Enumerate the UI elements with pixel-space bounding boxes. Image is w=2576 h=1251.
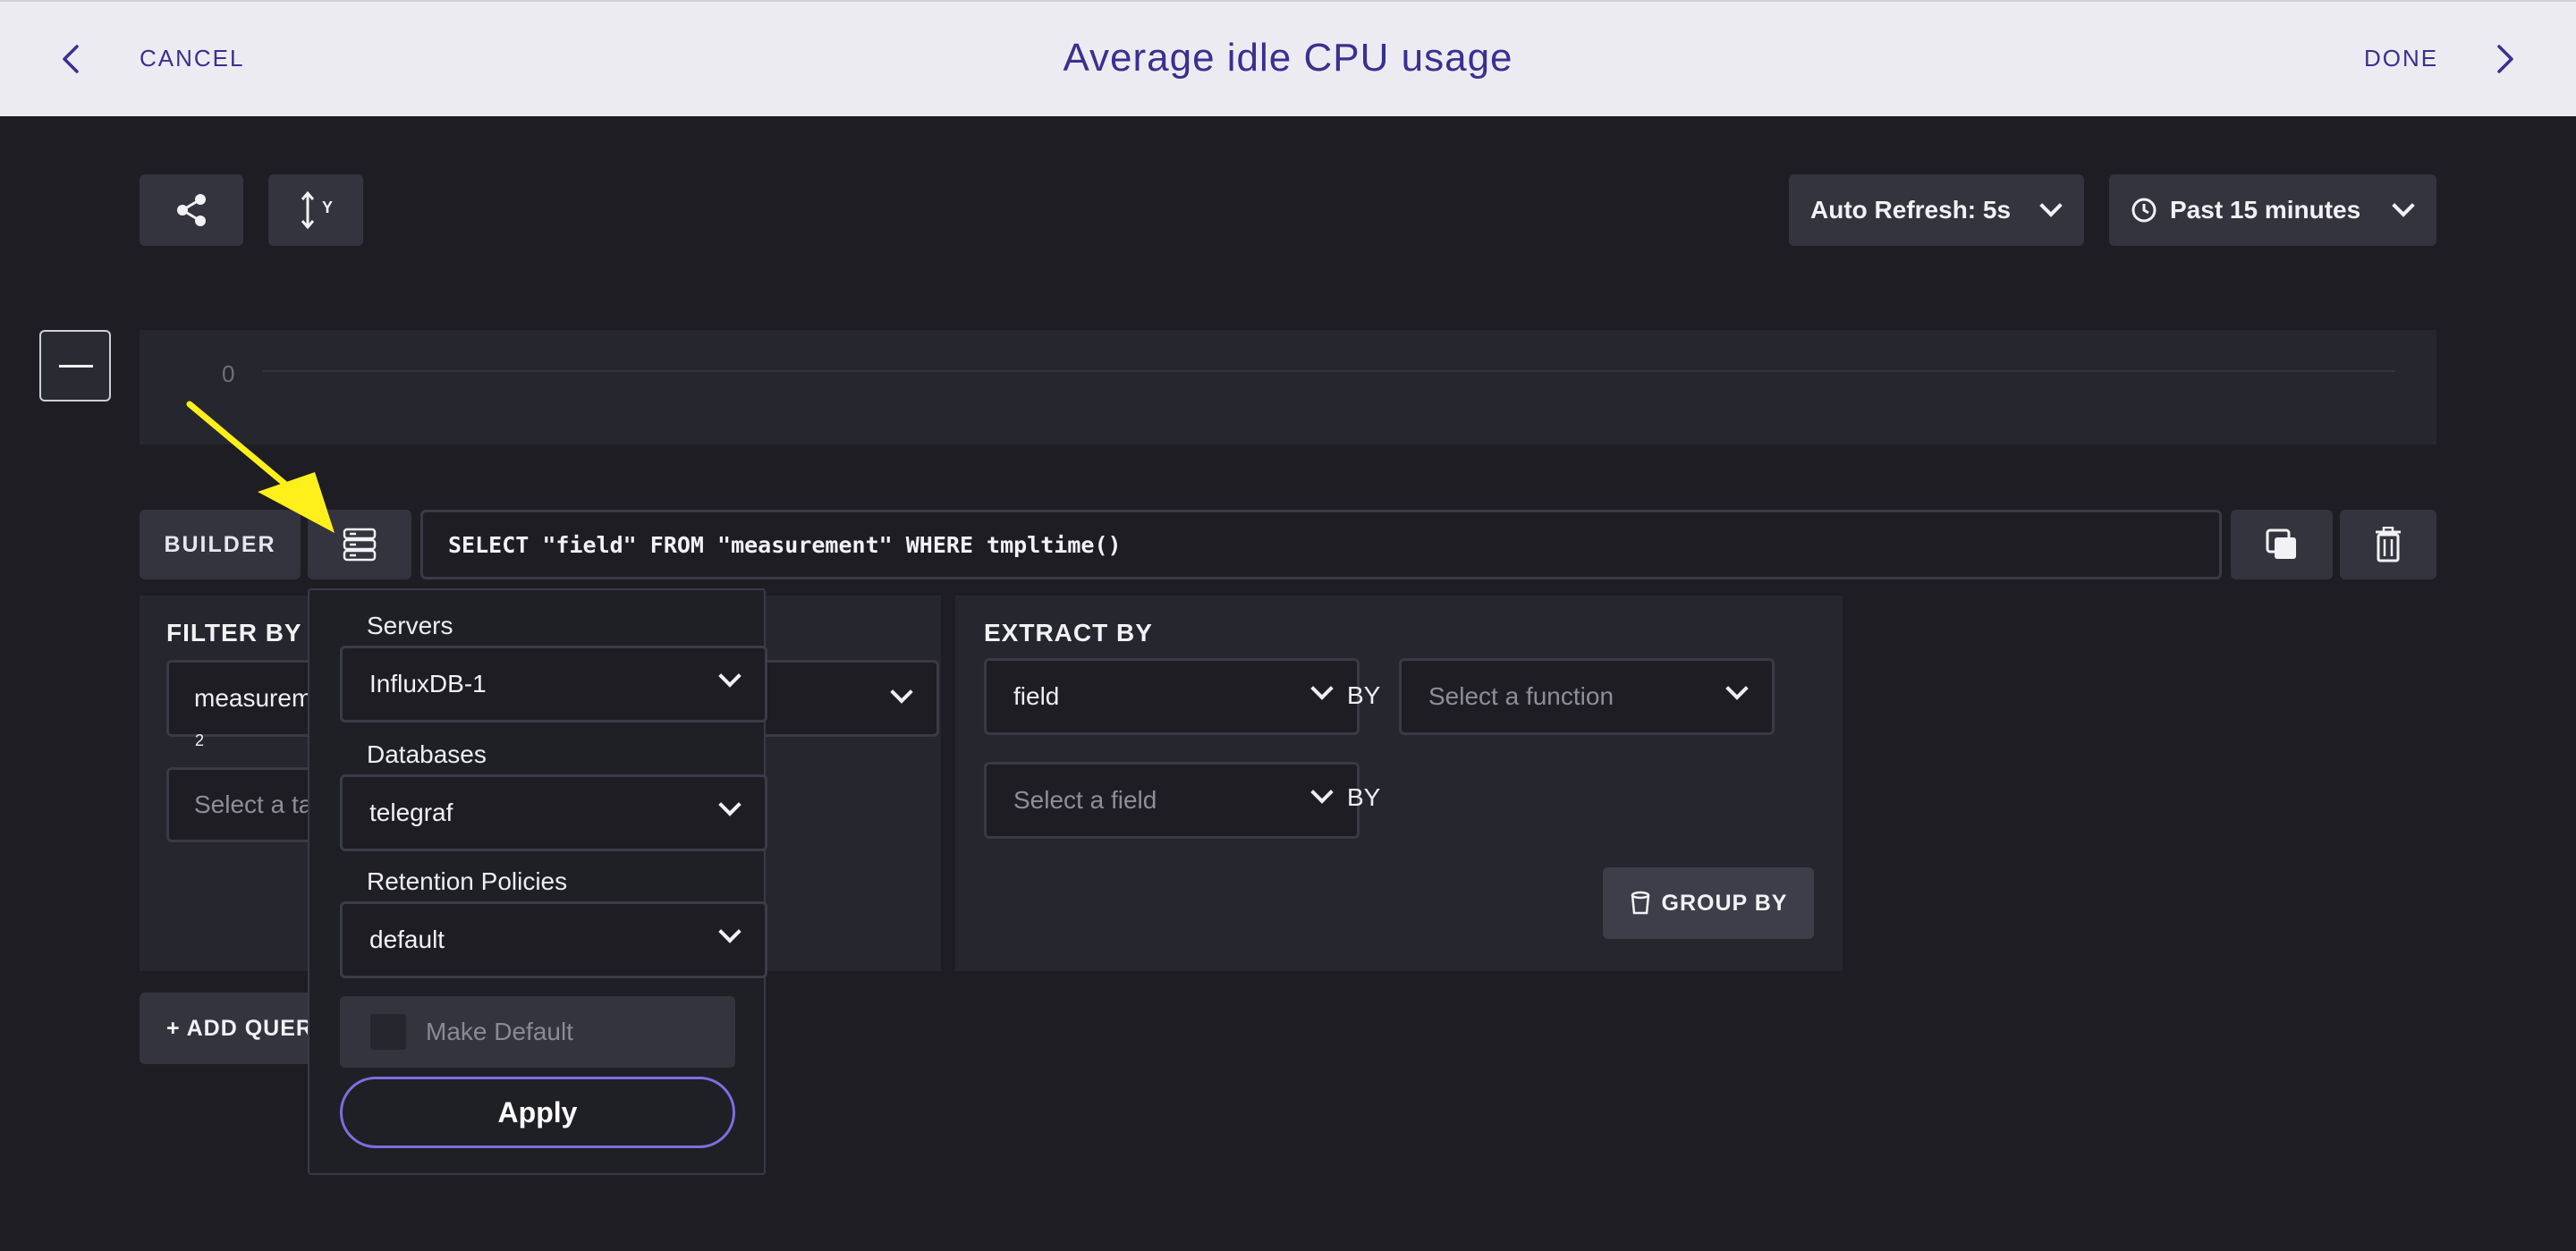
time-range-label: Past 15 minutes [2170,196,2361,224]
share-button[interactable] [140,174,243,246]
field-placeholder: Select a field [1013,786,1157,814]
servers-label: Servers [367,612,453,639]
bucket-icon [1631,891,1649,915]
apply-button[interactable]: Apply [340,1077,735,1148]
source-popover: Servers InfluxDB-1 Databases telegraf Re… [308,588,767,1175]
measurement-count: 2 [195,731,205,749]
retention-label: Retention Policies [367,867,568,895]
chevron-right-icon[interactable] [2487,41,2522,77]
minus-icon [59,365,93,368]
extract-by-panel: EXTRACT BY field BY Select a function Se… [955,596,1843,971]
query-editor[interactable]: SELECT "field" FROM "measurement" WHERE … [420,510,2222,579]
delete-query-button[interactable] [2340,510,2436,579]
server-select[interactable]: InfluxDB-1 [340,646,767,723]
auto-refresh-label: Auto Refresh: 5s [1810,196,2012,224]
trash-icon [2376,527,2401,562]
duplicate-query-button[interactable] [2231,510,2333,579]
chevron-down-icon [1310,677,1334,700]
filter-by-title: FILTER BY [166,619,302,647]
server-value: InfluxDB-1 [369,670,487,697]
group-by-button[interactable]: GROUP BY [1603,867,1814,939]
add-field-select[interactable]: Select a field [984,762,1360,839]
retention-select[interactable]: default [340,901,767,978]
graph-area: 0 [140,330,2436,444]
field-select[interactable]: field [984,658,1360,735]
chevron-down-icon [1725,677,1749,700]
time-range-dropdown[interactable]: Past 15 minutes [2109,174,2436,246]
by-label: BY [1347,783,1381,811]
clock-icon [2131,198,2157,223]
field-value: field [1013,682,1060,710]
databases-label: Databases [367,740,487,768]
make-default-label: Make Default [426,1018,573,1045]
gridline [263,370,2395,372]
chevron-down-icon [1310,781,1334,804]
database-select[interactable]: telegraf [340,774,767,851]
y-axis-tick: 0 [222,360,235,387]
make-default-row: Make Default [340,996,735,1068]
chevron-down-icon [718,793,741,816]
annotation-arrow-icon [186,401,335,533]
database-value: telegraf [369,799,453,826]
extract-by-title: EXTRACT BY [984,619,1153,647]
y-axis-label: Y [321,198,333,216]
auto-refresh-dropdown[interactable]: Auto Refresh: 5s [1789,174,2084,246]
group-by-label: GROUP BY [1661,890,1788,916]
page-title: Average idle CPU usage [1063,36,1513,80]
copy-icon [2266,528,2296,559]
chevron-down-icon [2039,194,2063,217]
chevron-down-icon [2392,194,2415,217]
by-label: BY [1347,681,1381,709]
function-select[interactable]: Select a function [1399,658,1775,735]
chevron-down-icon [718,920,741,943]
top-bar: CANCEL Average idle CPU usage DONE [0,0,2576,116]
tag-placeholder: Select a ta [194,790,313,818]
collapse-button[interactable] [39,330,111,402]
chevron-down-icon [890,680,913,704]
vertical-arrows-icon [301,190,315,230]
done-button[interactable]: DONE [2364,45,2438,72]
share-icon [177,194,206,226]
measurement-value: measurem [194,684,313,712]
y-axis-button[interactable]: Y [268,174,363,246]
chevron-down-icon [718,664,741,688]
function-placeholder: Select a function [1428,682,1614,710]
retention-value: default [369,926,445,953]
make-default-checkbox[interactable] [370,1014,406,1050]
